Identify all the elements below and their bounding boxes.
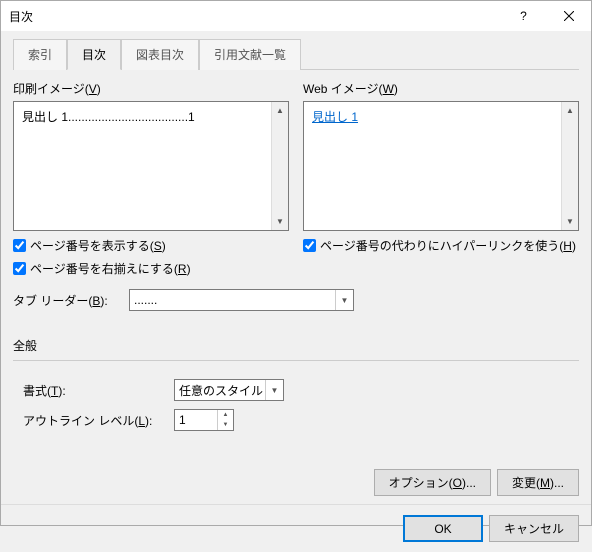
chevron-down-icon: ▼ (265, 380, 283, 400)
tab-strip: 索引 目次 図表目次 引用文献一覧 (13, 39, 579, 70)
outline-levels-row: アウトライン レベル(L): 1 ▲ ▼ (23, 409, 579, 431)
scroll-down-icon[interactable]: ▼ (272, 213, 288, 230)
scroll-up-icon[interactable]: ▲ (272, 102, 288, 119)
outline-levels-spinner[interactable]: 1 ▲ ▼ (174, 409, 234, 431)
tab-leader-row: タブ リーダー(B): ....... ▼ (13, 289, 579, 311)
toc-dialog: 目次 ? 索引 目次 図表目次 引用文献一覧 印刷イメージ(V) 見出し 1..… (0, 0, 592, 526)
formats-row: 書式(T): 任意のスタイル ▼ (23, 379, 579, 401)
close-button[interactable] (546, 1, 591, 31)
formats-label: 書式(T): (23, 382, 168, 399)
preview-row: 印刷イメージ(V) 見出し 1.........................… (13, 80, 579, 277)
close-icon (564, 11, 574, 21)
web-preview-col: Web イメージ(W) 見出し 1 ▲ ▼ ページ番号の代わりにハイパーリンクを… (303, 80, 579, 277)
show-page-numbers-checkbox[interactable] (13, 239, 26, 252)
tab-index[interactable]: 索引 (13, 39, 67, 70)
formats-select[interactable]: 任意のスタイル ▼ (174, 379, 284, 401)
options-row: オプション(O)... 変更(M)... (13, 431, 579, 496)
options-button[interactable]: オプション(O)... (374, 469, 491, 496)
cancel-button[interactable]: キャンセル (489, 515, 579, 542)
print-preview-content: 見出し 1...................................… (14, 102, 271, 230)
print-preview-box: 見出し 1...................................… (13, 101, 289, 231)
use-hyperlinks-checkbox[interactable] (303, 239, 316, 252)
spin-down-icon[interactable]: ▼ (218, 420, 233, 430)
tab-toc[interactable]: 目次 (67, 39, 121, 70)
help-button[interactable]: ? (501, 1, 546, 31)
general-group: 書式(T): 任意のスタイル ▼ アウトライン レベル(L): 1 ▲ ▼ (13, 371, 579, 431)
spin-up-icon[interactable]: ▲ (218, 410, 233, 420)
titlebar: 目次 ? (1, 1, 591, 31)
general-label: 全般 (13, 337, 579, 354)
outline-levels-label: アウトライン レベル(L): (23, 412, 168, 429)
tab-leader-label: タブ リーダー(B): (13, 292, 123, 309)
tab-authorities[interactable]: 引用文献一覧 (199, 39, 301, 70)
web-preview-content: 見出し 1 (304, 102, 561, 230)
web-preview-scrollbar[interactable]: ▲ ▼ (561, 102, 578, 230)
dialog-title: 目次 (9, 8, 501, 25)
print-preview-col: 印刷イメージ(V) 見出し 1.........................… (13, 80, 289, 277)
right-align-row[interactable]: ページ番号を右揃えにする(R) (13, 260, 289, 277)
web-preview-box: 見出し 1 ▲ ▼ (303, 101, 579, 231)
show-page-numbers-row[interactable]: ページ番号を表示する(S) (13, 237, 289, 254)
chevron-down-icon: ▼ (335, 290, 353, 310)
dialog-footer: OK キャンセル (1, 504, 591, 552)
right-align-checkbox[interactable] (13, 262, 26, 275)
tab-figures[interactable]: 図表目次 (121, 39, 199, 70)
modify-button[interactable]: 変更(M)... (497, 469, 579, 496)
ok-button[interactable]: OK (403, 515, 483, 542)
tab-leader-select[interactable]: ....... ▼ (129, 289, 354, 311)
scroll-down-icon[interactable]: ▼ (562, 213, 578, 230)
divider (13, 360, 579, 361)
scroll-up-icon[interactable]: ▲ (562, 102, 578, 119)
web-preview-link: 見出し 1 (312, 110, 358, 124)
print-preview-label: 印刷イメージ(V) (13, 80, 289, 97)
use-hyperlinks-row[interactable]: ページ番号の代わりにハイパーリンクを使う(H) (303, 237, 579, 254)
print-preview-scrollbar[interactable]: ▲ ▼ (271, 102, 288, 230)
web-preview-label: Web イメージ(W) (303, 80, 579, 97)
dialog-content: 索引 目次 図表目次 引用文献一覧 印刷イメージ(V) 見出し 1.......… (1, 31, 591, 504)
